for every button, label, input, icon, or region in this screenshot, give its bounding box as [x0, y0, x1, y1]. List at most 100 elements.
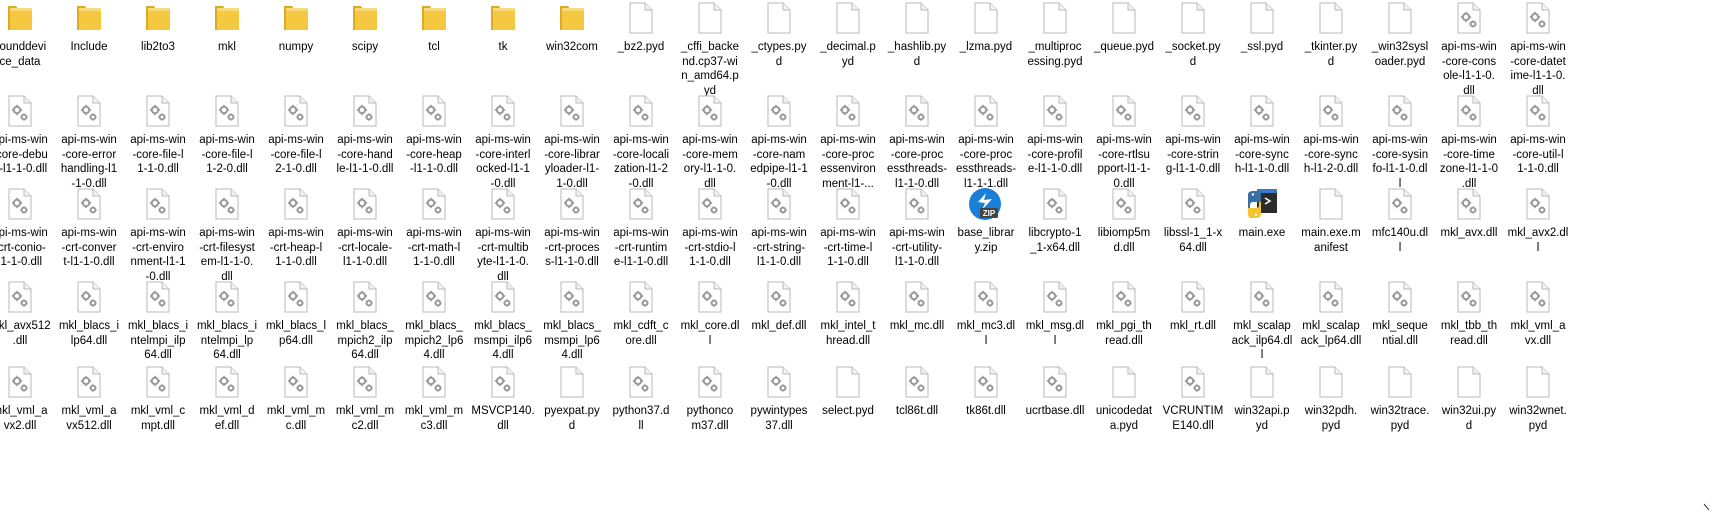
file-item-api-ms-win-core-profile-l1-1-0-dll[interactable]: api-ms-win -core-profil e-l1-1-0.dll: [1019, 93, 1091, 191]
file-item-win32com[interactable]: win32com: [536, 0, 608, 98]
file-item-mkl-cdft-core-dll[interactable]: mkl_cdft_c ore.dll: [605, 279, 677, 377]
file-item-tk[interactable]: tk: [467, 0, 539, 98]
file-item--socket-pyd[interactable]: _socket.py d: [1157, 0, 1229, 98]
file-item-api-ms-win-crt-environment-l1-1-0-dll[interactable]: api-ms-win -crt-enviro nment-l1-1 -0.dll: [122, 186, 194, 284]
file-item-api-ms-win-crt-runtime-l1-1-0-dll[interactable]: api-ms-win -crt-runtim e-l1-1-0.dll: [605, 186, 677, 284]
file-item--lzma-pyd[interactable]: _lzma.pyd: [950, 0, 1022, 98]
file-item-msvcp140-dll[interactable]: MSVCP140. dll: [467, 364, 539, 462]
file-item-scipy[interactable]: scipy: [329, 0, 401, 98]
file-item--tkinter-pyd[interactable]: _tkinter.py d: [1295, 0, 1367, 98]
file-item-mkl-mc-dll[interactable]: mkl_mc.dll: [881, 279, 953, 377]
file-item-api-ms-win-core-handle-l1-1-0-dll[interactable]: api-ms-win -core-hand le-l1-1-0.dll: [329, 93, 401, 191]
file-item-mfc140u-dll[interactable]: mfc140u.dl l: [1364, 186, 1436, 284]
file-item-tcl86t-dll[interactable]: tcl86t.dll: [881, 364, 953, 462]
file-item-libssl-1-1-x64-dll[interactable]: libssl-1_1-x 64.dll: [1157, 186, 1229, 284]
file-item-api-ms-win-core-libraryloader-l1-1-0-dll[interactable]: api-ms-win -core-librar yloader-l1- 1-0.dll: [536, 93, 608, 191]
file-item-mkl-vml-mc2-dll[interactable]: mkl_vml_m c2.dll: [329, 364, 401, 462]
file-item-api-ms-win-crt-heap-l1-1-0-dll[interactable]: api-ms-win -crt-heap-l 1-1-0.dll: [260, 186, 332, 284]
file-item-numpy[interactable]: numpy: [260, 0, 332, 98]
file-item-mkl-scalapack-lp64-dll[interactable]: mkl_scalap ack_lp64.dll: [1295, 279, 1367, 377]
file-item-api-ms-win-crt-conio-l1-1-0-dll[interactable]: api-ms-win -crt-conio-l1-1-0.dll: [0, 186, 56, 284]
file-item-mkl-blacs-msmpi-lp64-dll[interactable]: mkl_blacs_ msmpi_lp6 4.dll: [536, 279, 608, 377]
file-item-api-ms-win-core-rtlsupport-l1-1-0-dll[interactable]: api-ms-win -core-rtlsu pport-l1-1- 0.dll: [1088, 93, 1160, 191]
file-item-api-ms-win-crt-stdio-l1-1-0-dll[interactable]: api-ms-win -crt-stdio-l 1-1-0.dll: [674, 186, 746, 284]
file-item-api-ms-win-crt-string-l1-1-0-dll[interactable]: api-ms-win -crt-string-l1-1-0.dll: [743, 186, 815, 284]
file-item-mkl-vml-mc3-dll[interactable]: mkl_vml_m c3.dll: [398, 364, 470, 462]
file-item-libcrypto-1-1-x64-dll[interactable]: libcrypto-1 _1-x64.dll: [1019, 186, 1091, 284]
file-item-mkl-blacs-mpich2-lp64-dll[interactable]: mkl_blacs_ mpich2_lp6 4.dll: [398, 279, 470, 377]
file-item-api-ms-win-core-memory-l1-1-0-dll[interactable]: api-ms-win -core-mem ory-l1-1-0. dll: [674, 93, 746, 191]
file-item-mkl-blacs-intelmpi-ilp64-dll[interactable]: mkl_blacs_i ntelmpi_ilp 64.dll: [122, 279, 194, 377]
file-item-api-ms-win-crt-multibyte-l1-1-0-dll[interactable]: api-ms-win -crt-multib yte-l1-1-0. dll: [467, 186, 539, 284]
file-item--cffi-backend-cp37-win-amd64-pyd[interactable]: _cffi_backe nd.cp37-wi n_amd64.p yd: [674, 0, 746, 98]
file-item-libiomp5md-dll[interactable]: libiomp5m d.dll: [1088, 186, 1160, 284]
file-item--multiprocessing-pyd[interactable]: _multiproc essing.pyd: [1019, 0, 1091, 98]
file-item-api-ms-win-core-sysinfo-l1-1-0-dll[interactable]: api-ms-win -core-sysin fo-l1-1-0.dl l: [1364, 93, 1436, 191]
file-item-api-ms-win-core-processthreads-l1-1-0-dll[interactable]: api-ms-win -core-proc essthreads-l1-1-0.dl…: [881, 93, 953, 191]
file-item-base-library-zip[interactable]: ZIP base_librar y.zip: [950, 186, 1022, 284]
file-item-mkl-msg-dll[interactable]: mkl_msg.dl l: [1019, 279, 1091, 377]
file-item-vcruntime140-dll[interactable]: VCRUNTIM E140.dll: [1157, 364, 1229, 462]
file-item-lib2to3[interactable]: lib2to3: [122, 0, 194, 98]
file-item-mkl-vml-avx512-dll[interactable]: mkl_vml_a vx512.dll: [53, 364, 125, 462]
file-item-win32ui-pyd[interactable]: win32ui.py d: [1433, 364, 1505, 462]
file-item-select-pyd[interactable]: select.pyd: [812, 364, 884, 462]
file-item--ctypes-pyd[interactable]: _ctypes.py d: [743, 0, 815, 98]
file-item-api-ms-win-core-file-l1-2-0-dll[interactable]: api-ms-win -core-file-l 1-2-0.dll: [191, 93, 263, 191]
file-item-api-ms-win-core-debug-l1-1-0-dll[interactable]: api-ms-win -core-debu g-l1-1-0.dll: [0, 93, 56, 191]
file-item-python37-dll[interactable]: python37.d ll: [605, 364, 677, 462]
file-item-mkl-vml-avx2-dll[interactable]: mkl_vml_a vx2.dll: [0, 364, 56, 462]
file-item-include[interactable]: Include: [53, 0, 125, 98]
file-item--win32sysloader-pyd[interactable]: _win32sysl oader.pyd: [1364, 0, 1436, 98]
file-item-api-ms-win-core-processenvironment-l1-[interactable]: api-ms-win -core-proc essenviron ment-l1-..…: [812, 93, 884, 191]
file-item-win32trace-pyd[interactable]: win32trace. pyd: [1364, 364, 1436, 462]
file-item-unicodedata-pyd[interactable]: unicodedat a.pyd: [1088, 364, 1160, 462]
file-item--decimal-pyd[interactable]: _decimal.p yd: [812, 0, 884, 98]
file-item-api-ms-win-core-string-l1-1-0-dll[interactable]: api-ms-win -core-strin g-l1-1-0.dll: [1157, 93, 1229, 191]
file-item-api-ms-win-core-interlocked-l1-1-0-dll[interactable]: api-ms-win -core-interl ocked-l1-1 -0.dll: [467, 93, 539, 191]
file-item-win32wnet-pyd[interactable]: win32wnet. pyd: [1502, 364, 1574, 462]
file-item-mkl-scalapack-ilp64-dll[interactable]: mkl_scalap ack_ilp64.dl l: [1226, 279, 1298, 377]
file-item-api-ms-win-core-file-l1-1-0-dll[interactable]: api-ms-win -core-file-l 1-1-0.dll: [122, 93, 194, 191]
file-item--ssl-pyd[interactable]: _ssl.pyd: [1226, 0, 1298, 98]
file-item-main-exe-manifest[interactable]: main.exe.m anifest: [1295, 186, 1367, 284]
file-item-api-ms-win-core-synch-l1-1-0-dll[interactable]: api-ms-win -core-sync h-l1-1-0.dll: [1226, 93, 1298, 191]
file-item-win32api-pyd[interactable]: win32api.p yd: [1226, 364, 1298, 462]
file-item-api-ms-win-core-heap-l1-1-0-dll[interactable]: api-ms-win -core-heap -l1-1-0.dll: [398, 93, 470, 191]
file-item-api-ms-win-core-console-l1-1-0-dll[interactable]: api-ms-win -core-cons ole-l1-1-0. dll: [1433, 0, 1505, 98]
file-item-api-ms-win-crt-convert-l1-1-0-dll[interactable]: api-ms-win -crt-conver t-l1-1-0.dll: [53, 186, 125, 284]
file-item-main-exe[interactable]: main.exe: [1226, 186, 1298, 284]
file-item-tk86t-dll[interactable]: tk86t.dll: [950, 364, 1022, 462]
file-item-api-ms-win-core-namedpipe-l1-1-0-dll[interactable]: api-ms-win -core-nam edpipe-l1-1 -0.dll: [743, 93, 815, 191]
file-item-win32pdh-pyd[interactable]: win32pdh. pyd: [1295, 364, 1367, 462]
file-item-api-ms-win-core-localization-l1-2-0-dll[interactable]: api-ms-win -core-locali zation-l1-2 -0.dll: [605, 93, 677, 191]
file-item-mkl-blacs-lp64-dll[interactable]: mkl_blacs_l p64.dll: [260, 279, 332, 377]
file-item-mkl-tbb-thread-dll[interactable]: mkl_tbb_th read.dll: [1433, 279, 1505, 377]
file-item-api-ms-win-crt-filesystem-l1-1-0-dll[interactable]: api-ms-win -crt-filesyst em-l1-1-0. dll: [191, 186, 263, 284]
file-item-mkl-vml-mc-dll[interactable]: mkl_vml_m c.dll: [260, 364, 332, 462]
file-item--queue-pyd[interactable]: _queue.pyd: [1088, 0, 1160, 98]
file-item-ucrtbase-dll[interactable]: ucrtbase.dll: [1019, 364, 1091, 462]
file-item-mkl-rt-dll[interactable]: mkl_rt.dll: [1157, 279, 1229, 377]
file-item--bz2-pyd[interactable]: _bz2.pyd: [605, 0, 677, 98]
file-item-api-ms-win-crt-process-l1-1-0-dll[interactable]: api-ms-win -crt-proces s-l1-1-0.dll: [536, 186, 608, 284]
file-item-api-ms-win-crt-utility-l1-1-0-dll[interactable]: api-ms-win -crt-utility-l1-1-0.dll: [881, 186, 953, 284]
file-item-mkl-vml-def-dll[interactable]: mkl_vml_d ef.dll: [191, 364, 263, 462]
file-item-mkl[interactable]: mkl: [191, 0, 263, 98]
file-item-mkl-avx-dll[interactable]: mkl_avx.dll: [1433, 186, 1505, 284]
file-item-pywintypes37-dll[interactable]: pywintypes 37.dll: [743, 364, 815, 462]
file-item-mkl-vml-cmpt-dll[interactable]: mkl_vml_c mpt.dll: [122, 364, 194, 462]
file-item-sounddevice-data[interactable]: sounddevi ce_data: [0, 0, 56, 98]
file-item-mkl-vml-avx-dll[interactable]: mkl_vml_a vx.dll: [1502, 279, 1574, 377]
file-item-mkl-blacs-ilp64-dll[interactable]: mkl_blacs_i lp64.dll: [53, 279, 125, 377]
file-item-mkl-avx512-dll[interactable]: mkl_avx512 .dll: [0, 279, 56, 377]
file-item-api-ms-win-core-synch-l1-2-0-dll[interactable]: api-ms-win -core-sync h-l1-2-0.dll: [1295, 93, 1367, 191]
file-item-mkl-blacs-intelmpi-lp64-dll[interactable]: mkl_blacs_i ntelmpi_lp 64.dll: [191, 279, 263, 377]
file-item-mkl-intel-thread-dll[interactable]: mkl_intel_t hread.dll: [812, 279, 884, 377]
file-item-api-ms-win-core-timezone-l1-1-0-dll[interactable]: api-ms-win -core-time zone-l1-1-0 .dll: [1433, 93, 1505, 191]
file-item-mkl-def-dll[interactable]: mkl_def.dll: [743, 279, 815, 377]
file-item-pyexpat-pyd[interactable]: pyexpat.py d: [536, 364, 608, 462]
file-item-api-ms-win-core-processthreads-l1-1-1-dll[interactable]: api-ms-win -core-proc essthreads-l1-1-1.dl…: [950, 93, 1022, 191]
file-item-mkl-mc3-dll[interactable]: mkl_mc3.dl l: [950, 279, 1022, 377]
file-item-mkl-blacs-mpich2-ilp64-dll[interactable]: mkl_blacs_ mpich2_ilp 64.dll: [329, 279, 401, 377]
